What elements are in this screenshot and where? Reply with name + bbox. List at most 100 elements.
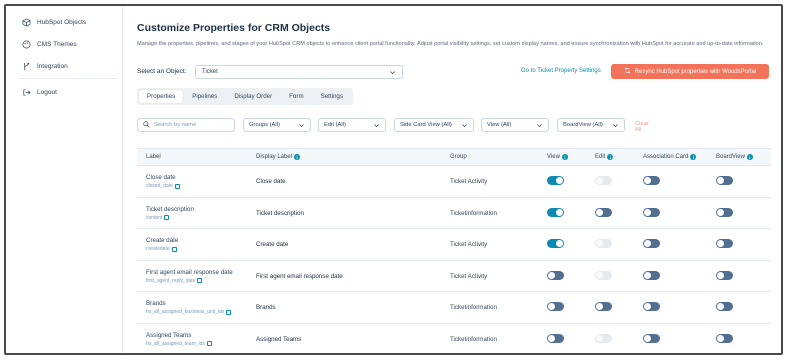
palette-icon	[22, 40, 31, 49]
property-display-label: Create date	[256, 241, 289, 248]
col-group: Group	[450, 154, 467, 160]
board-view-toggle[interactable]	[716, 302, 733, 311]
property-group: Ticket Activity	[450, 272, 488, 280]
tab-settings[interactable]: Settings	[313, 90, 351, 103]
property-group: Ticket Activity	[450, 178, 488, 185]
property-internal-name: first_agent_reply_date	[146, 278, 203, 284]
view-toggle[interactable]	[547, 176, 564, 185]
property-internal-name: hs_all_assigned_business_unit_ids	[146, 309, 232, 315]
object-select-value: Ticket	[202, 69, 218, 75]
info-icon: i	[690, 154, 697, 160]
toggle-knob	[717, 303, 724, 310]
view-toggle[interactable]	[547, 333, 564, 343]
property-group: Ticketinformation	[450, 209, 497, 217]
tab-pipelines[interactable]: Pipelines	[184, 90, 225, 103]
sidebar-item-label: HubSpot Objects	[37, 19, 87, 26]
table-row: Assigned Teams hs_all_assigned_team_ids As…	[137, 324, 771, 354]
search-input[interactable]: Search by name	[137, 118, 235, 132]
copy-icon[interactable]	[197, 278, 203, 283]
toggle-knob	[717, 177, 724, 184]
properties-table: Label Display Label i Group View i Edit i A…	[137, 148, 771, 354]
property-internal-name: createdate	[146, 246, 177, 252]
side-card-view-filter-value: Side Card View (All)	[400, 122, 452, 128]
logout-icon	[22, 88, 31, 97]
table-row: Brands hs_all_assigned_business_unit_ids B…	[137, 292, 771, 324]
board-view-toggle[interactable]	[716, 239, 733, 248]
view-filter[interactable]: View (All)	[481, 118, 549, 132]
toggle-knob	[548, 334, 555, 342]
toggle-knob	[548, 271, 555, 279]
col-board-view: BoardView i	[716, 154, 753, 160]
property-label: Brands	[146, 300, 166, 307]
tab-display-order[interactable]: Display Order	[226, 90, 280, 103]
sidebar-item-hubspot-objects[interactable]: HubSpot Objects	[22, 18, 86, 27]
goto-property-settings-link[interactable]: Go to Ticket Property Settings	[521, 68, 601, 74]
board-view-toggle[interactable]	[716, 270, 733, 280]
copy-icon[interactable]	[164, 215, 170, 220]
view-toggle[interactable]	[547, 239, 564, 248]
view-filter-value: View (All)	[487, 122, 512, 128]
col-view: View i	[547, 154, 568, 160]
sidebar: HubSpot Objects CMS Themes Integration L…	[6, 6, 122, 353]
toggle-knob	[717, 271, 724, 279]
tab-form[interactable]: Form	[281, 90, 311, 103]
edit-filter-value: Edit (All)	[324, 122, 346, 128]
clear-all-button[interactable]: Clear All	[635, 121, 649, 133]
toggle-knob	[717, 208, 724, 216]
edit-toggle[interactable]	[595, 207, 612, 217]
toggle-knob	[556, 208, 563, 216]
side-card-view-filter[interactable]: Side Card View (All)	[394, 118, 474, 132]
board-view-filter[interactable]: BoardView (All)	[557, 118, 625, 132]
view-toggle[interactable]	[547, 302, 564, 311]
toggle-knob	[556, 177, 563, 184]
object-select[interactable]: Ticket	[195, 65, 403, 79]
association-card-toggle[interactable]	[643, 333, 660, 343]
tab-properties[interactable]: Properties	[139, 90, 184, 103]
toggle-knob	[717, 334, 724, 342]
property-display-label: Assigned Teams	[256, 335, 302, 343]
toggle-knob	[596, 177, 603, 184]
board-view-toggle[interactable]	[716, 176, 733, 185]
table-body: Close date closed_date Close date Ticket Ac…	[137, 166, 771, 354]
board-view-toggle[interactable]	[716, 207, 733, 217]
info-icon: i	[607, 154, 614, 160]
property-display-label: Close date	[256, 178, 286, 185]
copy-icon[interactable]	[171, 246, 177, 252]
sidebar-item-cms-themes[interactable]: CMS Themes	[22, 40, 77, 49]
edit-toggle	[595, 270, 612, 280]
info-icon: i	[294, 154, 301, 160]
sidebar-item-integration[interactable]: Integration	[22, 62, 68, 71]
col-association-card: Association Card i	[643, 154, 697, 160]
association-card-toggle[interactable]	[643, 239, 660, 248]
toggle-knob	[556, 240, 563, 247]
board-view-toggle[interactable]	[716, 333, 733, 343]
toggle-knob	[596, 303, 603, 310]
logout-button[interactable]: Logout	[22, 88, 57, 97]
association-card-toggle[interactable]	[643, 207, 660, 217]
property-label: First agent email response date	[146, 268, 233, 276]
toggle-knob	[596, 271, 603, 279]
association-card-toggle[interactable]	[643, 176, 660, 185]
association-card-toggle[interactable]	[643, 270, 660, 280]
chevron-down-icon	[389, 69, 396, 78]
copy-icon[interactable]	[226, 309, 232, 315]
property-display-label: Ticket description	[256, 209, 304, 217]
edit-toggle	[595, 333, 612, 343]
copy-icon[interactable]	[206, 341, 212, 346]
resync-button[interactable]: Resync HubSpot properties with WoodsPort…	[611, 64, 769, 79]
edit-toggle[interactable]	[595, 302, 612, 311]
groups-filter[interactable]: Groups (All)	[243, 118, 311, 132]
toggle-knob	[644, 334, 651, 342]
property-group: Ticket Activity	[450, 241, 488, 248]
info-icon: i	[561, 154, 568, 160]
chevron-down-icon	[536, 122, 543, 131]
association-card-toggle[interactable]	[643, 302, 660, 311]
sync-icon	[624, 67, 631, 76]
cube-icon	[22, 18, 31, 27]
view-toggle[interactable]	[547, 270, 564, 280]
edit-filter[interactable]: Edit (All)	[318, 118, 386, 132]
view-toggle[interactable]	[547, 207, 564, 217]
resync-label: Resync HubSpot properties with WoodsPort…	[634, 68, 757, 75]
copy-icon[interactable]	[174, 183, 180, 189]
table-row: Close date closed_date Close date Ticket Ac…	[137, 166, 771, 198]
